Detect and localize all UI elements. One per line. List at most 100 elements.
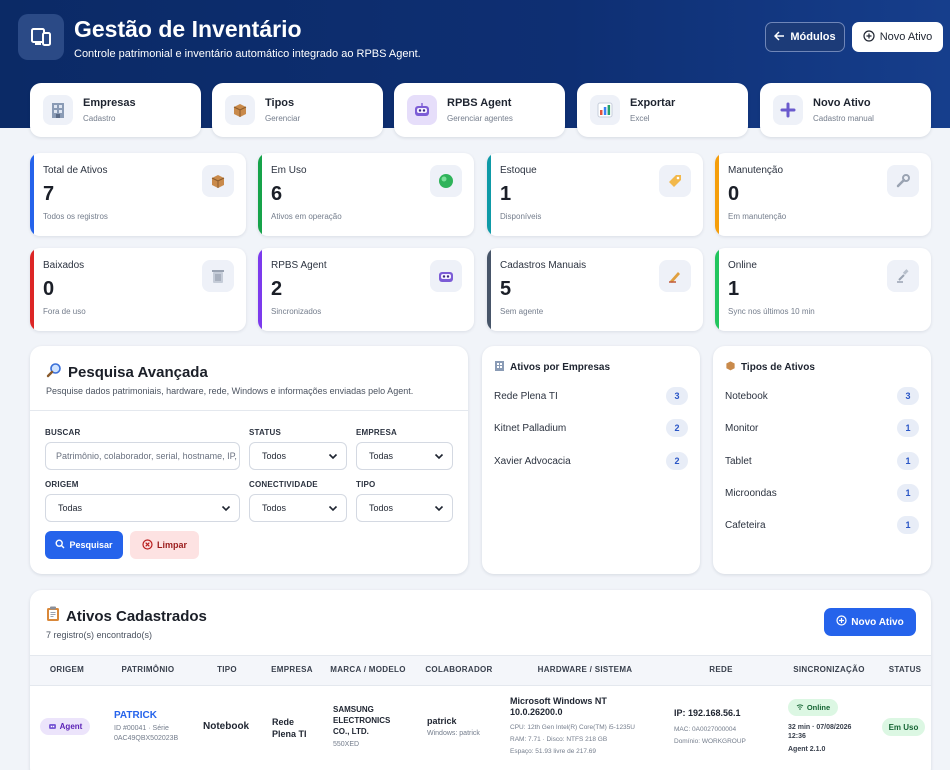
page-subtitle: Controle patrimonial e inventário automá… (74, 48, 421, 60)
box-icon (202, 165, 234, 197)
network-details: MAC: 0A0027000004 Domínio: WORKGROUP (674, 724, 746, 748)
column-header-origem[interactable]: ORIGEM (46, 665, 88, 674)
sync-online-badge: Online (788, 699, 838, 716)
building-icon (494, 360, 505, 375)
column-header-sincronizacao[interactable]: SINCRONIZAÇÃO (782, 665, 876, 674)
quick-link-exportar[interactable]: Exportar Excel (577, 83, 748, 137)
collaborator-windows-user: Windows: patrick (427, 730, 480, 737)
type-name: Notebook (725, 390, 768, 402)
search-icon (55, 539, 65, 551)
network-mac: MAC: 0A0027000004 (674, 726, 737, 733)
stat-sub: Sync nos últimos 10 min (728, 307, 815, 316)
conectividade-select-value: Todos (262, 503, 287, 513)
column-header-colaborador[interactable]: COLABORADOR (420, 665, 498, 674)
asset-company-line2: Plena TI (272, 729, 307, 739)
os-name-line1: Microsoft Windows NT (510, 696, 607, 706)
asset-company-line1: Rede (272, 717, 295, 727)
type-item[interactable]: Cafeteira 1 (713, 509, 931, 541)
quick-link-empresas[interactable]: Empresas Cadastro (30, 83, 201, 137)
quick-link-title: Exportar (630, 97, 676, 109)
stat-accent-bar (30, 153, 34, 236)
robot-icon (430, 260, 462, 292)
quick-link-rpbs-agent[interactable]: RPBS Agent Gerenciar agentes (394, 83, 565, 137)
origem-select[interactable]: Todas (45, 494, 240, 522)
asset-brand-line2: ELECTRONICS (333, 716, 391, 725)
column-header-rede[interactable]: REDE (700, 665, 742, 674)
origin-badge-label: Agent (59, 722, 83, 731)
stat-accent-bar (487, 153, 491, 236)
quick-link-novo-ativo[interactable]: Novo Ativo Cadastro manual (760, 83, 931, 137)
search-button-label: Pesquisar (69, 540, 113, 550)
search-input[interactable]: Patrimônio, colaborador, serial, hostnam… (45, 442, 240, 470)
stat-accent-bar (258, 248, 262, 331)
tipo-select-value: Todos (369, 503, 394, 513)
company-item[interactable]: Xavier Advocacia 2 (482, 445, 700, 477)
plus-circle-icon (863, 29, 875, 45)
company-item[interactable]: Kitnet Palladium 2 (482, 412, 700, 444)
stat-manutencao: Manutenção 0 Em manutenção (715, 153, 931, 236)
stat-em-uso: Em Uso 6 Ativos em operação (258, 153, 474, 236)
chevron-down-icon (221, 505, 231, 512)
network-ip: IP: 192.168.56.1 (674, 708, 741, 718)
type-name: Monitor (725, 422, 759, 434)
patrimonio-serial: 0AC49QBX502023B (114, 735, 179, 742)
search-panel-description: Pesquise dados patrimoniais, hardware, r… (46, 386, 414, 396)
company-name: Rede Plena TI (494, 390, 558, 402)
quick-link-sub: Cadastro manual (813, 114, 874, 123)
stat-accent-bar (715, 153, 719, 236)
type-item[interactable]: Notebook 3 (713, 380, 931, 412)
column-header-empresa[interactable]: EMPRESA (268, 665, 316, 674)
empresa-select[interactable]: Todas (356, 442, 453, 470)
hardware-details: CPU: 12th Gen Intel(R) Core(TM) i5-1235U… (510, 722, 635, 758)
quick-link-sub: Cadastro (83, 114, 116, 123)
plus-icon (773, 95, 803, 125)
stat-cadastros-manuais: Cadastros Manuais 5 Sem agente (487, 248, 703, 331)
column-header-status[interactable]: STATUS (884, 665, 926, 674)
empresa-label: EMPRESA (356, 428, 397, 437)
asset-company: Rede Plena TI (272, 716, 307, 740)
close-circle-icon (142, 538, 153, 552)
search-button[interactable]: Pesquisar (45, 531, 123, 559)
stat-sub: Sem agente (500, 307, 544, 316)
tipo-select[interactable]: Todos (356, 494, 453, 522)
chevron-down-icon (328, 505, 338, 512)
type-count: 1 (897, 484, 919, 502)
agent-version: Agent 2.1.0 (788, 746, 826, 753)
modules-button[interactable]: Módulos (765, 22, 845, 52)
company-count: 2 (666, 452, 688, 470)
type-count: 1 (897, 419, 919, 437)
company-item[interactable]: Rede Plena TI 3 (482, 380, 700, 412)
stat-baixados: Baixados 0 Fora de uso (30, 248, 246, 331)
quick-link-title: RPBS Agent (447, 97, 512, 109)
stat-sub: Todos os registros (43, 212, 108, 221)
buscar-label: BUSCAR (45, 428, 81, 437)
conectividade-select[interactable]: Todos (249, 494, 347, 522)
type-name: Tablet (725, 455, 752, 467)
column-header-hardware[interactable]: HARDWARE / SISTEMA (528, 665, 642, 674)
new-asset-button[interactable]: Novo Ativo (824, 608, 916, 636)
os-name: Microsoft Windows NT 10.0.26200.0 (510, 696, 607, 718)
type-item[interactable]: Tablet 1 (713, 445, 931, 477)
assets-panel-title: Ativos Cadastrados (66, 607, 207, 625)
quick-link-tipos[interactable]: Tipos Gerenciar (212, 83, 383, 137)
new-asset-header-button[interactable]: Novo Ativo (852, 22, 943, 52)
types-panel-title: Tipos de Ativos (741, 361, 815, 373)
satellite-icon (887, 260, 919, 292)
type-count: 1 (897, 452, 919, 470)
origem-select-value: Todas (58, 503, 83, 513)
type-item[interactable]: Monitor 1 (713, 412, 931, 444)
column-header-marca-modelo[interactable]: MARCA / MODELO (326, 665, 410, 674)
status-select[interactable]: Todos (249, 442, 347, 470)
companies-panel: Ativos por Empresas Rede Plena TI 3 Kitne… (482, 346, 700, 574)
type-item[interactable]: Microondas 1 (713, 477, 931, 509)
clear-button[interactable]: Limpar (130, 531, 199, 559)
magnifier-icon (46, 362, 62, 382)
status-select-value: Todos (262, 451, 287, 461)
sync-time: 32 min · 07/08/2026 12:36 (788, 723, 851, 741)
stat-accent-bar (715, 248, 719, 331)
patrimonio-link[interactable]: PATRICK (114, 710, 157, 721)
column-header-tipo[interactable]: TIPO (210, 665, 244, 674)
column-header-patrimonio[interactable]: PATRIMÔNIO (112, 665, 184, 674)
sync-online-label: Online (806, 703, 831, 712)
type-count: 1 (897, 516, 919, 534)
